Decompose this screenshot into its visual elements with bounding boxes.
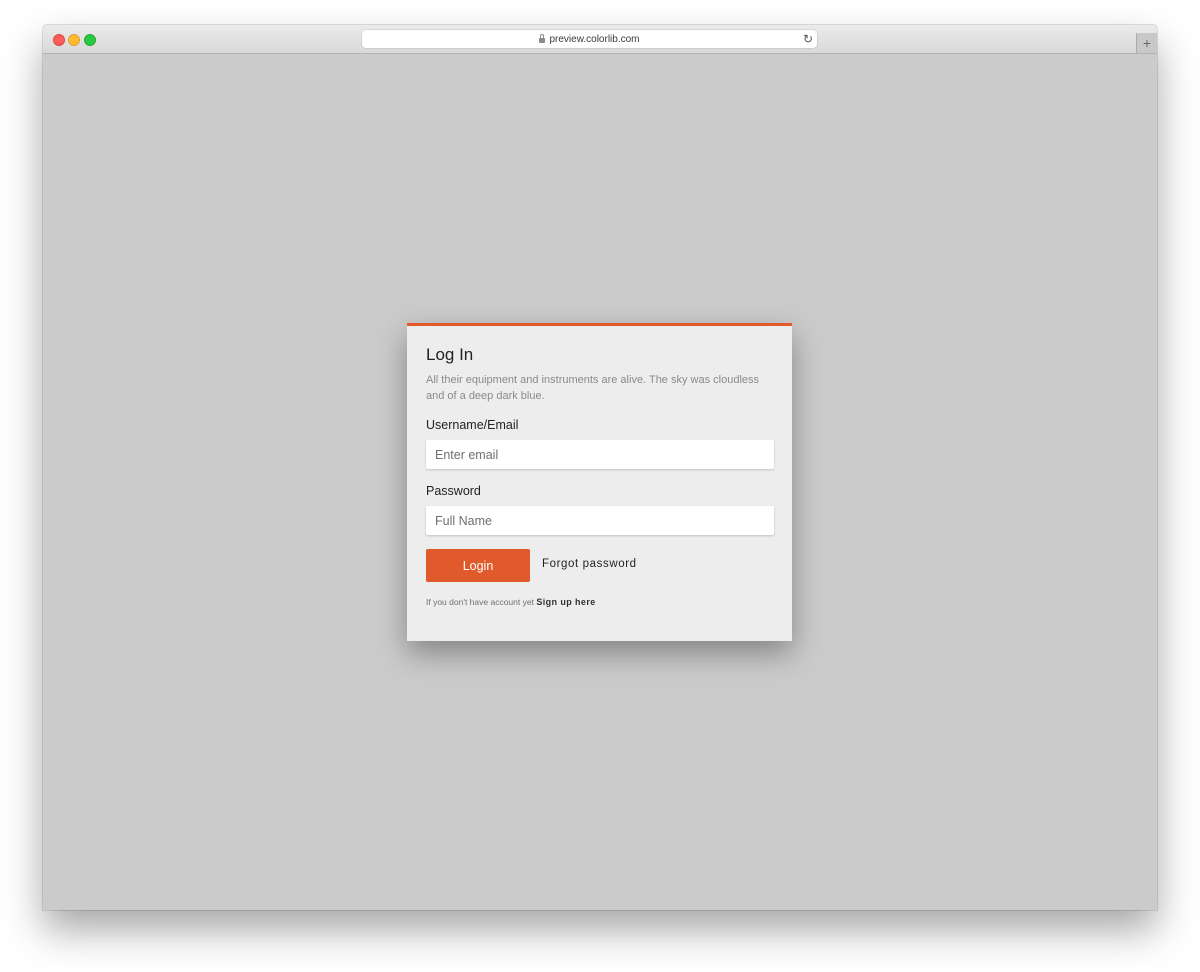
- forgot-password-link[interactable]: Forgot password: [542, 558, 637, 570]
- username-input[interactable]: [426, 440, 774, 469]
- signup-prompt-text: If you don't have account yet: [426, 597, 534, 607]
- close-window-button[interactable]: [53, 34, 65, 46]
- login-button[interactable]: Login: [426, 549, 530, 582]
- lock-icon: [539, 33, 546, 43]
- browser-titlebar: preview.colorlib.com ↻ +: [43, 25, 1157, 54]
- signup-prompt-line: If you don't have account yet Sign up he…: [426, 597, 596, 607]
- username-label: Username/Email: [426, 418, 519, 432]
- login-description: All their equipment and instruments are …: [426, 374, 760, 402]
- browser-window: preview.colorlib.com ↻ + Log In All thei…: [43, 25, 1157, 910]
- login-card: Log In All their equipment and instrumen…: [407, 323, 792, 641]
- password-label: Password: [426, 484, 481, 498]
- reload-icon[interactable]: ↻: [803, 32, 813, 46]
- signup-link[interactable]: Sign up here: [536, 597, 595, 607]
- address-bar-url: preview.colorlib.com: [549, 33, 640, 45]
- password-input[interactable]: [426, 506, 774, 535]
- new-tab-icon[interactable]: +: [1136, 33, 1157, 53]
- minimize-window-button[interactable]: [68, 34, 80, 46]
- maximize-window-button[interactable]: [84, 34, 96, 46]
- address-bar[interactable]: preview.colorlib.com ↻: [362, 30, 817, 48]
- login-title: Log In: [426, 345, 474, 364]
